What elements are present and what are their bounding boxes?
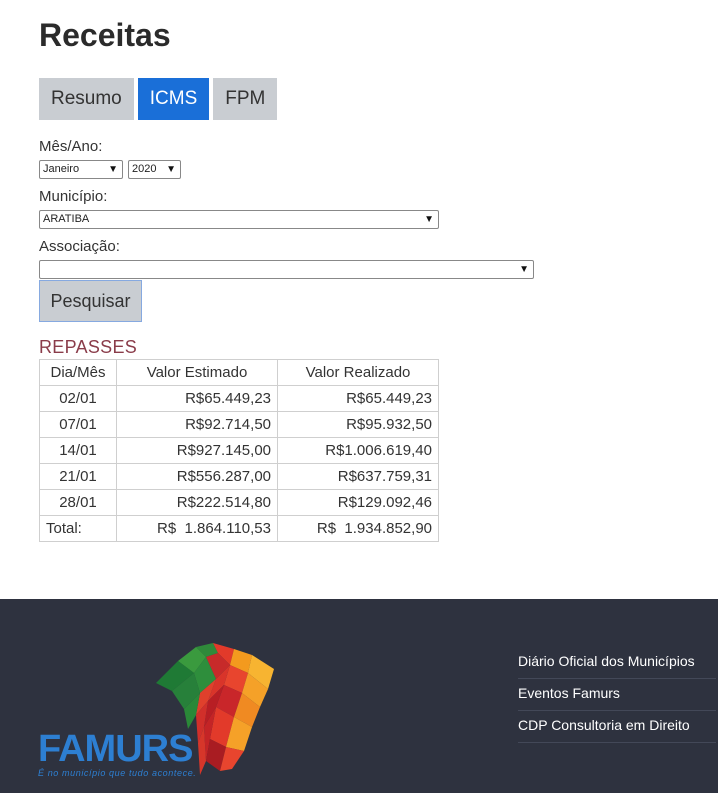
table-row: 07/01 R$92.714,50 R$95.932,50	[39, 411, 439, 438]
footer: FAMURS É no município que tudo acontece.…	[0, 599, 718, 793]
table-row: 28/01 R$222.514,80 R$129.092,46	[39, 489, 439, 516]
associacao-label: Associação:	[39, 238, 120, 255]
page-title: Receitas	[39, 17, 171, 53]
repasses-title: REPASSES	[39, 337, 138, 357]
chevron-down-icon: ▼	[108, 164, 118, 175]
search-button[interactable]: Pesquisar	[39, 280, 142, 322]
footer-link-cdp-consultoria[interactable]: CDP Consultoria em Direito	[518, 711, 716, 743]
tab-resumo[interactable]: Resumo	[39, 78, 134, 120]
table-header-row: Dia/Mês Valor Estimado Valor Realizado	[39, 359, 439, 386]
table-row: 14/01 R$927.145,00 R$1.006.619,40	[39, 437, 439, 464]
cell-valor-estimado: R$92.714,50	[116, 411, 278, 438]
chevron-down-icon: ▼	[166, 164, 176, 175]
mes-ano-label: Mês/Ano:	[39, 138, 103, 155]
associacao-select[interactable]: ▼	[39, 260, 534, 279]
municipio-select-value: ARATIBA	[43, 213, 90, 225]
cell-valor-estimado: R$556.287,00	[116, 463, 278, 490]
logo-tagline: É no município que tudo acontece.	[38, 768, 197, 778]
repasses-table: Dia/Mês Valor Estimado Valor Realizado 0…	[39, 359, 439, 542]
cell-valor-realizado: R$637.759,31	[277, 463, 439, 490]
cell-valor-realizado: R$95.932,50	[277, 411, 439, 438]
column-header-valor-estimado: Valor Estimado	[116, 359, 278, 386]
footer-link-diario-oficial[interactable]: Diário Oficial dos Municípios	[518, 647, 716, 679]
cell-dia-mes: 28/01	[39, 489, 117, 516]
cell-valor-realizado: R$1.006.619,40	[277, 437, 439, 464]
cell-dia-mes: 07/01	[39, 411, 117, 438]
year-select-value: 2020	[132, 163, 157, 175]
footer-link-eventos-famurs[interactable]: Eventos Famurs	[518, 679, 716, 711]
month-select-value: Janeiro	[43, 163, 80, 175]
cell-valor-estimado: R$65.449,23	[116, 385, 278, 412]
tab-icms[interactable]: ICMS	[137, 78, 210, 120]
column-header-dia-mes: Dia/Mês	[39, 359, 117, 386]
tab-fpm[interactable]: FPM	[213, 78, 278, 120]
year-select[interactable]: 2020 ▼	[128, 160, 181, 179]
month-select[interactable]: Janeiro ▼	[39, 160, 123, 179]
footer-links: Diário Oficial dos Municípios Eventos Fa…	[518, 647, 716, 743]
cell-dia-mes: 14/01	[39, 437, 117, 464]
chevron-down-icon: ▼	[424, 214, 434, 225]
chevron-down-icon: ▼	[519, 264, 529, 275]
tab-bar: Resumo ICMS FPM	[39, 78, 278, 120]
logo-text: FAMURS	[38, 728, 193, 770]
cell-dia-mes: 02/01	[39, 385, 117, 412]
famurs-logo[interactable]: FAMURS É no município que tudo acontece.	[38, 643, 278, 783]
cell-valor-estimado: R$222.514,80	[116, 489, 278, 516]
municipio-label: Município:	[39, 188, 108, 205]
table-total-row: Total: R$ 1.864.110,53 R$ 1.934.852,90	[39, 515, 439, 542]
table-row: 02/01 R$65.449,23 R$65.449,23	[39, 385, 439, 412]
municipio-select[interactable]: ARATIBA ▼	[39, 210, 439, 229]
cell-valor-realizado: R$129.092,46	[277, 489, 439, 516]
total-label: Total:	[39, 515, 117, 542]
cell-valor-realizado: R$65.449,23	[277, 385, 439, 412]
total-valor-estimado: R$ 1.864.110,53	[116, 515, 278, 542]
table-row: 21/01 R$556.287,00 R$637.759,31	[39, 463, 439, 490]
cell-dia-mes: 21/01	[39, 463, 117, 490]
total-valor-realizado: R$ 1.934.852,90	[277, 515, 439, 542]
column-header-valor-realizado: Valor Realizado	[277, 359, 439, 386]
cell-valor-estimado: R$927.145,00	[116, 437, 278, 464]
